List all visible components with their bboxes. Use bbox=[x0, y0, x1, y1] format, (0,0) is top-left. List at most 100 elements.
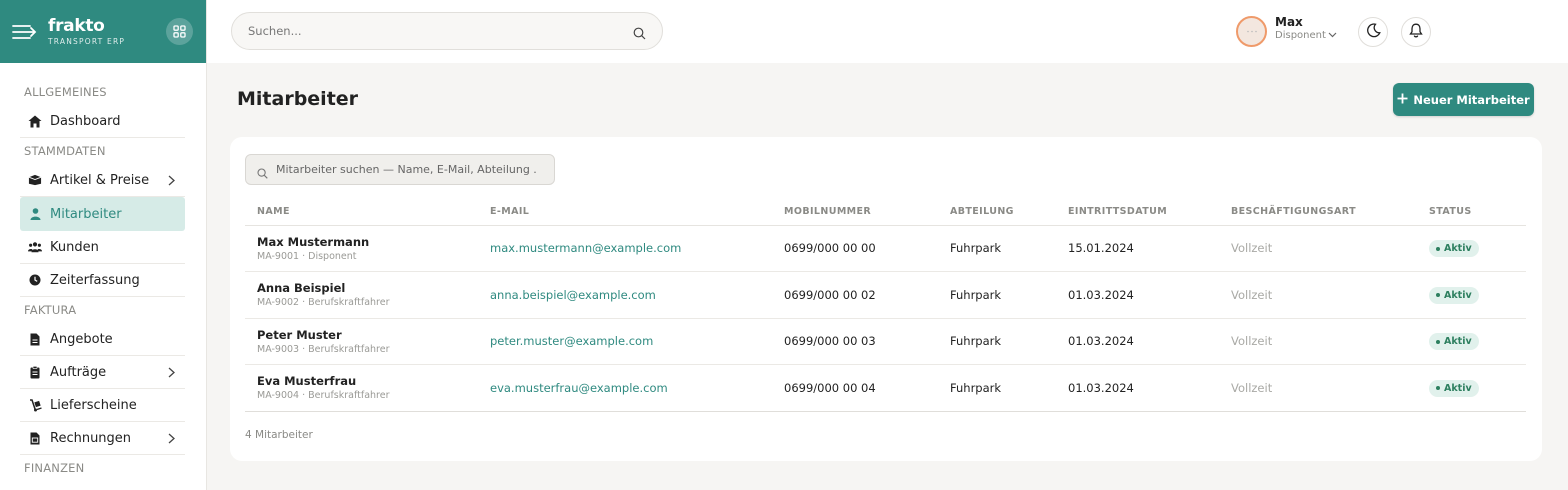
user-role: Disponent bbox=[1275, 30, 1326, 41]
employees-table: NAME E-MAIL MOBILNUMMER ABTEILUNG EINTRI… bbox=[245, 199, 1526, 412]
table-row[interactable]: Eva Musterfrau MA-9004 · Berufskraftfahre… bbox=[245, 364, 1526, 412]
status-dot-icon bbox=[1436, 293, 1440, 297]
sidebar-item-zeiterfassung[interactable]: Zeiterfassung bbox=[20, 264, 185, 297]
cell-status: Aktiv bbox=[1417, 364, 1526, 412]
brand-name: frakto bbox=[48, 15, 105, 36]
cell-mobile: 0699/000 00 02 bbox=[772, 271, 938, 319]
user-menu[interactable]: Max Disponent bbox=[1275, 15, 1337, 43]
sidebar-item-label: Zeiterfassung bbox=[50, 272, 140, 288]
sidebar-item-angebote[interactable]: Angebote bbox=[20, 323, 185, 356]
users-icon bbox=[28, 240, 42, 254]
chevron-down-icon bbox=[1328, 30, 1337, 43]
cell-department: Fuhrpark bbox=[938, 271, 1056, 319]
status-badge: Aktiv bbox=[1429, 333, 1479, 350]
chevron-right-icon bbox=[168, 367, 175, 382]
brand-logo[interactable]: frakto TRANSPORT ERP bbox=[48, 15, 125, 46]
sidebar-nav: ALLGEMEINES Dashboard STAMMDATEN Artikel… bbox=[0, 63, 206, 481]
status-badge: Aktiv bbox=[1429, 240, 1479, 257]
user-name: Max bbox=[1275, 15, 1303, 29]
employee-name: Max Mustermann bbox=[257, 234, 370, 249]
new-employee-button[interactable]: Neuer Mitarbeiter bbox=[1393, 83, 1534, 116]
column-header-mobile[interactable]: MOBILNUMMER bbox=[772, 199, 938, 226]
status-label: Aktiv bbox=[1444, 289, 1472, 301]
home-icon bbox=[28, 114, 42, 128]
menu-icon[interactable] bbox=[12, 22, 38, 42]
sidebar-item-label: Dashboard bbox=[50, 113, 121, 129]
sidebar-item-label: Artikel & Preise bbox=[50, 172, 150, 188]
document-icon bbox=[28, 332, 42, 346]
sidebar-item-auftraege[interactable]: Aufträge bbox=[20, 356, 185, 389]
status-label: Aktiv bbox=[1444, 382, 1472, 394]
employee-id-role: MA-9003 · Berufskraftfahrer bbox=[257, 343, 390, 355]
apps-grid-icon[interactable] bbox=[166, 18, 193, 45]
cell-start-date: 01.03.2024 bbox=[1056, 364, 1219, 412]
status-dot-icon bbox=[1436, 246, 1440, 251]
chevron-right-icon bbox=[168, 433, 175, 448]
status-label: Aktiv bbox=[1444, 243, 1472, 254]
sidebar-item-artikel-preise[interactable]: Artikel & Preise bbox=[20, 164, 185, 197]
column-header-status[interactable]: STATUS bbox=[1417, 199, 1526, 226]
cell-employment-type: Vollzeit bbox=[1219, 225, 1417, 272]
employee-email-link[interactable]: anna.beispiel@example.com bbox=[490, 288, 656, 302]
table-header-row: NAME E-MAIL MOBILNUMMER ABTEILUNG EINTRI… bbox=[245, 199, 1526, 226]
employee-search bbox=[245, 154, 555, 185]
sidebar-item-rechnungen[interactable]: Rechnungen bbox=[20, 422, 185, 455]
table-row[interactable]: Max Mustermann MA-9001 · Disponent max.mu… bbox=[245, 225, 1526, 272]
status-label: Aktiv bbox=[1444, 336, 1472, 347]
clipboard-icon bbox=[28, 365, 42, 379]
clock-icon bbox=[28, 273, 42, 287]
avatar[interactable] bbox=[1236, 16, 1267, 47]
employee-email-link[interactable]: eva.musterfrau@example.com bbox=[490, 381, 668, 395]
column-header-name[interactable]: NAME bbox=[245, 199, 478, 226]
status-badge: Aktiv bbox=[1429, 286, 1479, 304]
search-icon[interactable] bbox=[633, 25, 646, 44]
sidebar-item-dashboard[interactable]: Dashboard bbox=[20, 105, 185, 138]
cell-email: eva.musterfrau@example.com bbox=[478, 364, 772, 412]
cell-department: Fuhrpark bbox=[938, 364, 1056, 412]
box-icon bbox=[28, 173, 42, 187]
employee-count: 4 Mitarbeiter bbox=[245, 429, 313, 441]
employee-name: Peter Muster bbox=[257, 327, 342, 342]
table-row[interactable]: Peter Muster MA-9003 · Berufskraftfahrer … bbox=[245, 318, 1526, 365]
sidebar-item-lieferscheine[interactable]: Lieferscheine bbox=[20, 389, 185, 422]
employee-search-input[interactable] bbox=[246, 155, 536, 184]
cell-email: peter.muster@example.com bbox=[478, 318, 772, 365]
avatar-image-placeholder-icon bbox=[1246, 30, 1257, 33]
cell-department: Fuhrpark bbox=[938, 318, 1056, 365]
column-header-start-date[interactable]: EINTRITTSDATUM bbox=[1056, 199, 1219, 226]
cell-email: max.mustermann@example.com bbox=[478, 225, 772, 272]
employee-email-link[interactable]: peter.muster@example.com bbox=[490, 334, 653, 348]
column-header-email[interactable]: E-MAIL bbox=[478, 199, 772, 226]
cell-name: Anna Beispiel MA-9002 · Berufskraftfahrer bbox=[245, 271, 478, 319]
sidebar-item-label: Lieferscheine bbox=[50, 397, 137, 413]
nav-section-title: FINANZEN bbox=[24, 461, 85, 475]
employee-id-role: MA-9001 · Disponent bbox=[257, 250, 357, 262]
cell-employment-type: Vollzeit bbox=[1219, 271, 1417, 319]
cell-name: Peter Muster MA-9003 · Berufskraftfahrer bbox=[245, 318, 478, 365]
sidebar-item-kunden[interactable]: Kunden bbox=[20, 231, 185, 264]
nav-section-title: FAKTURA bbox=[24, 303, 77, 317]
cell-employment-type: Vollzeit bbox=[1219, 318, 1417, 365]
employee-email-link[interactable]: max.mustermann@example.com bbox=[490, 241, 681, 255]
invoice-icon bbox=[28, 431, 42, 445]
column-header-employment-type[interactable]: BESCHÄFTIGUNGSART bbox=[1219, 199, 1417, 226]
search-icon bbox=[257, 164, 268, 183]
sidebar-item-label: Kunden bbox=[50, 239, 99, 255]
global-search bbox=[231, 12, 663, 50]
cell-name: Eva Musterfrau MA-9004 · Berufskraftfahre… bbox=[245, 364, 478, 412]
dolly-icon bbox=[28, 398, 42, 412]
status-badge: Aktiv bbox=[1429, 379, 1479, 397]
sidebar-item-mitarbeiter[interactable]: Mitarbeiter bbox=[20, 197, 185, 231]
cell-mobile: 0699/000 00 00 bbox=[772, 225, 938, 272]
sidebar-item-label: Aufträge bbox=[50, 364, 107, 380]
global-search-input[interactable] bbox=[232, 13, 612, 49]
dark-mode-toggle[interactable] bbox=[1358, 17, 1388, 47]
cell-status: Aktiv bbox=[1417, 271, 1526, 319]
cell-employment-type: Vollzeit bbox=[1219, 364, 1417, 412]
cell-start-date: 15.01.2024 bbox=[1056, 225, 1219, 272]
cell-start-date: 01.03.2024 bbox=[1056, 271, 1219, 319]
column-header-department[interactable]: ABTEILUNG bbox=[938, 199, 1056, 226]
user-icon bbox=[28, 207, 42, 221]
notifications-button[interactable] bbox=[1401, 17, 1431, 47]
table-row[interactable]: Anna Beispiel MA-9002 · Berufskraftfahrer… bbox=[245, 271, 1526, 319]
